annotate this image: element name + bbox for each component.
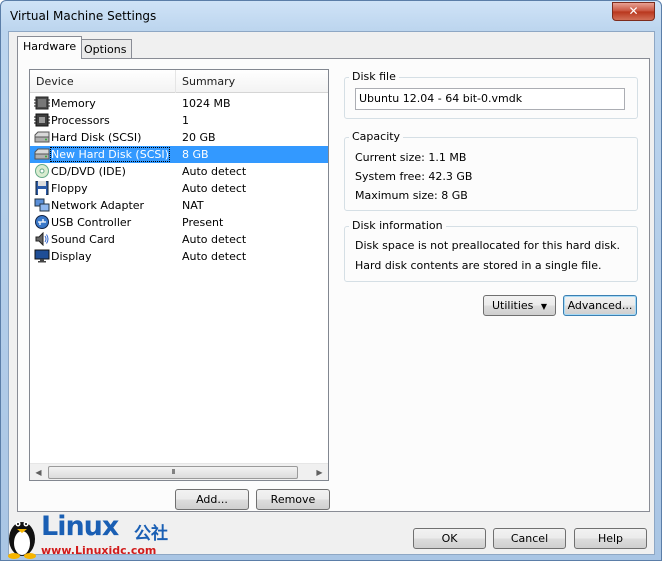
cd-dvd-icon (34, 164, 50, 178)
disk-information-group: Disk information Disk space is not preal… (344, 219, 638, 282)
device-cell: New Hard Disk (SCSI) (34, 146, 184, 163)
device-row[interactable]: Floppy Auto detect (30, 180, 328, 197)
device-cell: Network Adapter (34, 197, 184, 214)
capacity-group-title: Capacity (349, 130, 404, 143)
dialog-client-area: Hardware Options Device Summary Memory 10… (8, 31, 655, 555)
tux-penguin-icon (8, 521, 36, 559)
device-summary: 1024 MB (182, 97, 231, 110)
close-button[interactable]: ✕ (612, 2, 655, 21)
device-cell: Display (34, 248, 184, 265)
device-row[interactable]: Sound Card Auto detect (30, 231, 328, 248)
device-summary: Auto detect (182, 165, 247, 178)
display-icon (34, 249, 50, 263)
close-icon: ✕ (628, 4, 639, 18)
floppy-icon (34, 181, 50, 195)
device-summary: 1 (182, 114, 189, 127)
device-name: Memory (51, 97, 96, 110)
window: Virtual Machine Settings ✕ Hardware Opti… (0, 0, 662, 561)
device-row[interactable]: Memory 1024 MB (30, 95, 328, 112)
current-size-text: Current size: 1.1 MB (355, 151, 467, 164)
remove-device-button[interactable]: Remove (256, 489, 330, 510)
device-summary: Auto detect (182, 250, 247, 263)
sound-card-icon (34, 232, 50, 246)
device-name: USB Controller (51, 216, 132, 229)
device-summary: Auto detect (182, 182, 247, 195)
device-summary: NAT (182, 199, 204, 212)
device-cell: Sound Card (34, 231, 184, 248)
hard-disk-icon (34, 130, 50, 144)
device-cell: CD/DVD (IDE) (34, 163, 184, 180)
disk-info-line-2: Hard disk contents are stored in a singl… (355, 259, 602, 272)
window-title: Virtual Machine Settings (10, 9, 157, 23)
scroll-left-icon[interactable]: ◀ (30, 464, 47, 481)
usb-icon (34, 215, 50, 229)
ok-button[interactable]: OK (413, 528, 486, 549)
capacity-group: Capacity Current size: 1.1 MB System fre… (344, 130, 638, 211)
device-row[interactable]: Display Auto detect (30, 248, 328, 265)
processor-icon (34, 113, 50, 127)
utilities-button-label: Utilities (491, 299, 534, 312)
memory-icon (34, 96, 50, 110)
device-row[interactable]: Hard Disk (SCSI) 20 GB (30, 129, 328, 146)
disk-info-line-1: Disk space is not preallocated for this … (355, 239, 620, 252)
title-bar[interactable]: Virtual Machine Settings ✕ (1, 1, 661, 31)
tab-hardware[interactable]: Hardware (17, 36, 83, 59)
hardware-tab-panel: Device Summary Memory 1024 MB Processors 1 H… (17, 58, 650, 512)
hard-disk-icon (34, 147, 50, 161)
watermark-brand: Linux (41, 511, 119, 542)
tab-options[interactable]: Options (78, 39, 133, 59)
device-name: New Hard Disk (SCSI) (50, 147, 170, 162)
column-header-device[interactable]: Device (30, 70, 176, 93)
advanced-button[interactable]: Advanced... (563, 295, 637, 316)
device-cell: Memory (34, 95, 184, 112)
disk-file-field[interactable]: Ubuntu 12.04 - 64 bit-0.vmdk (355, 88, 625, 110)
watermark-brand-cn: 公社 (134, 524, 168, 544)
scroll-thumb[interactable]: III (48, 466, 298, 479)
device-name: Floppy (51, 182, 88, 195)
device-list[interactable]: Device Summary Memory 1024 MB Processors 1 H… (29, 69, 329, 481)
device-row[interactable]: CD/DVD (IDE) Auto detect (30, 163, 328, 180)
device-row[interactable]: Network Adapter NAT (30, 197, 328, 214)
maximum-size-text: Maximum size: 8 GB (355, 189, 468, 202)
help-button[interactable]: Help (574, 528, 647, 549)
device-summary: Auto detect (182, 233, 247, 246)
disk-file-group: Disk file Ubuntu 12.04 - 64 bit-0.vmdk (344, 70, 638, 119)
system-free-text: System free: 42.3 GB (355, 170, 473, 183)
device-cell: Processors (34, 112, 184, 129)
scroll-right-icon[interactable]: ▶ (311, 464, 328, 481)
device-list-header: Device Summary (30, 70, 328, 93)
device-cell: USB Controller (34, 214, 184, 231)
device-name: Sound Card (51, 233, 115, 246)
device-name: Hard Disk (SCSI) (51, 131, 142, 144)
device-summary: 8 GB (182, 148, 209, 161)
device-row[interactable]: USB Controller Present (30, 214, 328, 231)
disk-information-group-title: Disk information (349, 219, 446, 232)
device-row[interactable]: New Hard Disk (SCSI) 8 GB (30, 146, 328, 163)
device-name: Processors (51, 114, 110, 127)
device-row[interactable]: Processors 1 (30, 112, 328, 129)
device-summary: 20 GB (182, 131, 216, 144)
device-summary: Present (182, 216, 224, 229)
linux-watermark-logo: Linux 公社 www.Linuxidc.com (1, 507, 191, 561)
device-name: Network Adapter (51, 199, 145, 212)
horizontal-scrollbar[interactable]: ◀ III ▶ (30, 463, 328, 480)
cancel-button[interactable]: Cancel (493, 528, 566, 549)
device-cell: Floppy (34, 180, 184, 197)
device-name: Display (51, 250, 92, 263)
utilities-button[interactable]: Utilities ▼ (483, 295, 556, 316)
column-header-summary[interactable]: Summary (176, 70, 328, 93)
dropdown-arrow-icon: ▼ (540, 302, 548, 311)
device-name: CD/DVD (IDE) (51, 165, 126, 178)
device-cell: Hard Disk (SCSI) (34, 129, 184, 146)
watermark-url: www.Linuxidc.com (41, 544, 157, 557)
network-adapter-icon (34, 198, 50, 212)
device-list-rows: Memory 1024 MB Processors 1 Hard Disk (SCSI)… (30, 95, 328, 265)
disk-file-group-title: Disk file (349, 70, 399, 83)
